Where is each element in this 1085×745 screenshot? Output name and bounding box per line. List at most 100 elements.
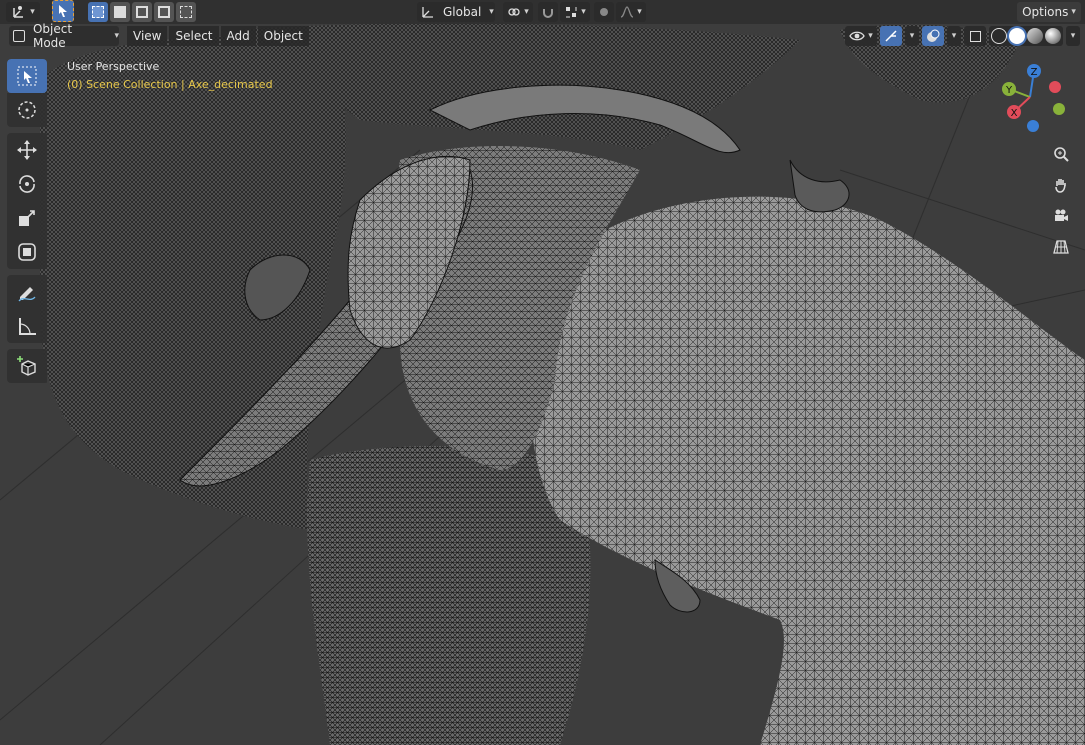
chevron-down-icon: ▾ [1070, 31, 1076, 41]
object-mode-icon [13, 30, 25, 42]
overlays-icon [926, 29, 940, 43]
grid-perspective-icon [1053, 240, 1069, 254]
add-cube-icon [16, 355, 38, 377]
rendered-shading-icon[interactable] [1045, 28, 1061, 44]
select-box-icon [16, 65, 38, 87]
gizmo-toggle[interactable] [880, 26, 902, 46]
chevron-down-icon: ▾ [114, 31, 119, 41]
menu-view[interactable]: View [127, 26, 168, 46]
gizmo-dropdown[interactable]: ▾ [905, 26, 919, 46]
move-arrows-icon [16, 139, 38, 161]
collection-label: (0) Scene Collection | Axe_decimated [67, 78, 273, 91]
wireframe-shading-icon[interactable] [991, 28, 1007, 44]
tool-group-add [7, 349, 49, 383]
camera-icon [1055, 209, 1068, 221]
axis-z-label: Z [1031, 67, 1038, 78]
transform-orientation-dropdown[interactable]: Global ▾ [417, 2, 495, 22]
select-subtract-button[interactable] [132, 2, 152, 22]
options-dropdown[interactable]: Options ▾ [1017, 2, 1081, 22]
chevron-down-icon: ▾ [581, 7, 586, 17]
eye-icon [849, 30, 865, 42]
axis-x-label: X [1011, 108, 1018, 119]
solid-shading-icon[interactable] [1009, 28, 1025, 44]
mesh-scene[interactable] [0, 0, 1085, 745]
axis-z-negative [1027, 120, 1039, 132]
viewport-menus: View Select Add Object [127, 26, 309, 46]
scale-icon [16, 207, 38, 229]
menu-object[interactable]: Object [257, 26, 309, 46]
select-extend-button[interactable] [110, 2, 130, 22]
chevron-down-icon: ▾ [909, 31, 915, 41]
add-cube-tool[interactable] [7, 349, 47, 383]
viewport-right-controls: ▾ ▾ ▾ ▾ [845, 26, 1080, 46]
annotate-tool[interactable] [7, 275, 47, 309]
select-intersect-icon [180, 6, 192, 18]
xray-toggle[interactable] [964, 26, 986, 46]
pivot-point-dropdown[interactable]: ▾ [503, 2, 533, 22]
chevron-down-icon: ▾ [1071, 7, 1076, 17]
falloff-dropdown[interactable]: ▾ [616, 2, 646, 22]
proportional-edit-toggle[interactable] [594, 2, 614, 22]
overlays-toggle[interactable] [922, 26, 944, 46]
material-shading-icon[interactable] [1027, 28, 1043, 44]
falloff-curve-icon [620, 6, 634, 18]
zoom-icon [1054, 147, 1069, 162]
chevron-down-icon: ▾ [524, 7, 529, 17]
rotate-icon [16, 173, 38, 195]
rotate-tool[interactable] [7, 167, 47, 201]
menu-add[interactable]: Add [220, 26, 256, 46]
tool-shelf [7, 59, 49, 389]
axis-y-negative [1053, 103, 1065, 115]
select-box-tool[interactable] [7, 59, 47, 93]
cursor-arrow-icon [57, 4, 69, 18]
chevron-down-icon: ▾ [489, 7, 494, 17]
chevron-down-icon: ▾ [30, 7, 35, 17]
select-invert-icon [158, 6, 170, 18]
snap-toggle[interactable] [538, 2, 558, 22]
camera-view-button[interactable] [1048, 203, 1074, 229]
visibility-dropdown[interactable]: ▾ [845, 26, 877, 46]
shading-group [989, 26, 1063, 46]
select-new-icon [92, 6, 104, 18]
orientation-label: Global [443, 5, 482, 19]
menu-select[interactable]: Select [169, 26, 219, 46]
select-extend-icon [114, 6, 126, 18]
move-tool[interactable] [7, 133, 47, 167]
3d-cursor-icon [16, 99, 38, 121]
navigation-gizmo[interactable]: Z Y X [995, 62, 1075, 137]
select-invert-button[interactable] [154, 2, 174, 22]
pencil-icon [16, 281, 38, 303]
shading-dropdown[interactable]: ▾ [1066, 26, 1080, 46]
header-bar: ▾ Global ▾ ▾ ▾ ▾ Options ▾ [0, 0, 1085, 24]
editor-type-button[interactable]: ▾ [6, 2, 40, 22]
transform-tool[interactable] [7, 235, 47, 269]
select-new-button[interactable] [88, 2, 108, 22]
cursor-tool[interactable] [7, 93, 47, 127]
tool-group-select [7, 59, 49, 127]
hand-icon [1055, 179, 1066, 193]
ruler-icon [16, 315, 38, 337]
xray-icon [969, 30, 981, 42]
pan-view-button[interactable] [1048, 172, 1074, 198]
transform-axes-icon [11, 4, 27, 20]
tweak-select-button[interactable] [52, 0, 74, 22]
select-subtract-icon [136, 6, 148, 18]
overlays-dropdown[interactable]: ▾ [947, 26, 961, 46]
measure-tool[interactable] [7, 309, 47, 343]
scale-tool[interactable] [7, 201, 47, 235]
orientation-axes-icon [421, 5, 435, 19]
snap-grid-icon [564, 5, 578, 19]
3d-viewport[interactable] [0, 0, 1085, 745]
axis-x-negative [1049, 81, 1061, 93]
select-intersect-button[interactable] [176, 2, 196, 22]
snap-target-dropdown[interactable]: ▾ [560, 2, 590, 22]
ortho-toggle-button[interactable] [1048, 234, 1074, 260]
gizmo-icon [884, 29, 898, 43]
chevron-down-icon: ▾ [951, 31, 957, 41]
axis-y-label: Y [1005, 85, 1013, 96]
zoom-view-button[interactable] [1048, 141, 1074, 167]
perspective-label: User Perspective [67, 60, 160, 73]
mode-dropdown[interactable]: Object Mode ▾ [9, 22, 119, 50]
proportional-dot-icon [600, 8, 608, 16]
selection-mode-group [88, 2, 196, 22]
